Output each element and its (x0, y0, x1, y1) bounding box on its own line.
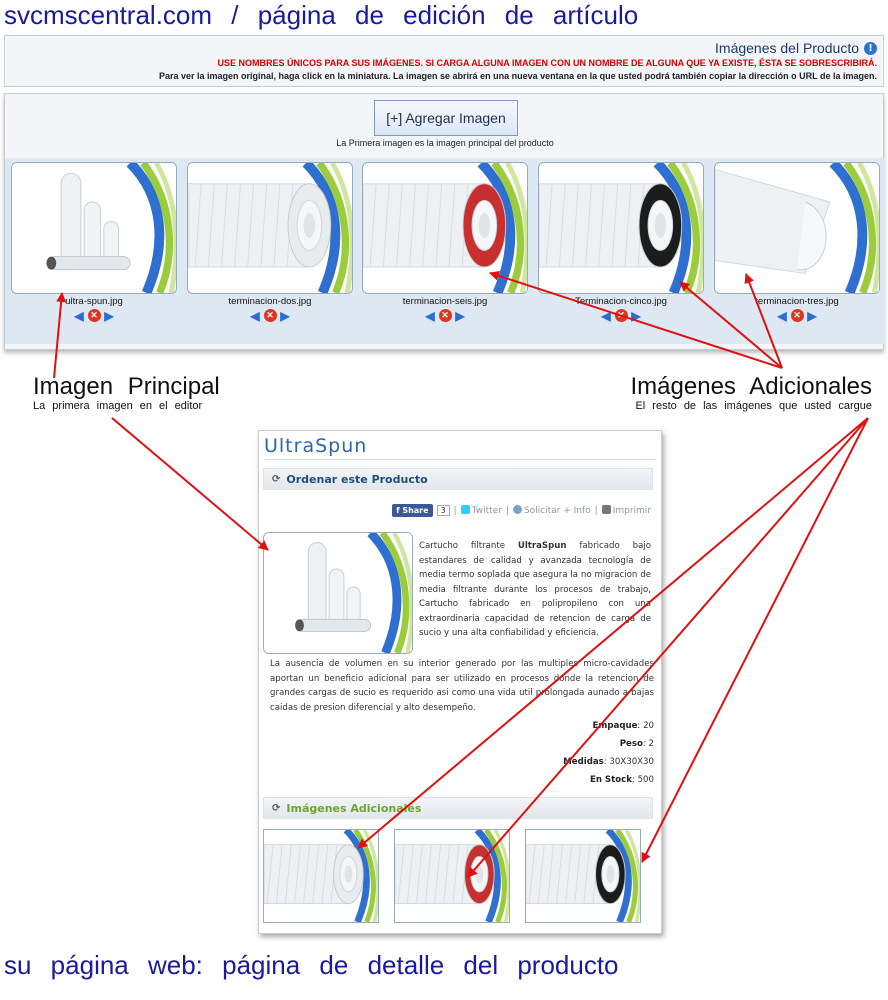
move-left-icon[interactable]: ◀ (424, 309, 437, 322)
description-intro: Cartucho filtrante (419, 541, 518, 551)
product-title: UltraSpun (264, 435, 368, 457)
primary-image-hint: La Primera imagen es la imagen principal… (336, 138, 554, 148)
image-thumbnail[interactable] (187, 162, 353, 294)
delete-icon[interactable]: ✕ (790, 309, 804, 322)
order-product-section[interactable]: ⟳ Ordenar este Producto (263, 468, 653, 490)
move-left-icon[interactable]: ◀ (776, 309, 789, 322)
additional-image-thumbnail[interactable] (394, 829, 510, 923)
spec-label: En Stock (589, 775, 632, 785)
product-detail-page: UltraSpun ⟳ Ordenar este Producto f Shar… (258, 430, 662, 934)
request-info-link[interactable]: Solicitar + Info (512, 505, 591, 516)
thumbnail-controls: ◀ ✕ ▶ (538, 309, 704, 322)
spec-value: 500 (637, 775, 654, 785)
image-editor: [+] Agregar Imagen La Primera imagen es … (4, 93, 885, 350)
info-icon[interactable]: ! (864, 41, 877, 55)
facebook-share-label: Share (402, 506, 429, 515)
refresh-icon: ⟳ (272, 473, 281, 485)
thumbnail-filename: terminacion-seis.jpg (402, 296, 488, 307)
thumbnail-controls: ◀ ✕ ▶ (714, 309, 880, 322)
principal-image-sub: La primera imagen en el editor (33, 400, 203, 412)
image-thumbnail[interactable] (714, 162, 880, 294)
thumbnail-controls: ◀ ✕ ▶ (11, 309, 177, 322)
additional-image-thumbnail[interactable] (525, 829, 641, 923)
additional-images-section-label: Imágenes Adicionales (286, 801, 422, 815)
delete-icon[interactable]: ✕ (614, 309, 628, 322)
thumbnail-image[interactable] (187, 162, 353, 294)
spec-value: 20 (643, 721, 654, 731)
additional-image-thumbnail[interactable] (263, 829, 379, 923)
share-toolbar: f Share 3 | Twitter | Solicitar + Info |… (392, 504, 651, 517)
product-description: Cartucho filtrante UltraSpun fabricado b… (419, 539, 651, 641)
thumbnail-image[interactable] (11, 162, 177, 294)
info-heading-label: Imágenes del Producto (715, 40, 859, 56)
product-description-extra: La ausencia de volumen en su interior ge… (270, 659, 654, 713)
unique-names-warning: USE NOMBRES ÚNICOS PARA SUS IMÁGENES. SI… (217, 58, 877, 68)
twitter-link[interactable]: Twitter (460, 505, 502, 516)
separator: | (594, 505, 598, 516)
spec-label: Peso (619, 739, 643, 749)
bottom-title: su página web: página de detalle del pro… (4, 950, 619, 980)
thumbnail-filename: terminacion-tres.jpg (755, 296, 839, 307)
twitter-label: Twitter (471, 506, 502, 516)
move-left-icon[interactable]: ◀ (600, 309, 613, 322)
order-section-label: Ordenar este Producto (286, 472, 428, 486)
print-link[interactable]: Imprimir (601, 505, 651, 516)
image-thumbnail[interactable] (362, 162, 528, 294)
spec-row: En Stock: 500 (590, 775, 654, 785)
move-right-icon[interactable]: ▶ (279, 309, 292, 322)
image-thumbnail-strip: ultra-spun.jpg ◀ ✕ ▶ terminacion-dos.jpg ◀ ✕ ▶ t… (5, 158, 885, 344)
printer-icon (601, 505, 611, 514)
move-right-icon[interactable]: ▶ (806, 309, 819, 322)
share-count: 3 (436, 505, 450, 516)
spec-label: Empaque (592, 721, 638, 731)
additional-images-section[interactable]: ⟳ Imágenes Adicionales (263, 797, 653, 819)
move-left-icon[interactable]: ◀ (249, 309, 262, 322)
move-right-icon[interactable]: ▶ (103, 309, 116, 322)
thumbnail-image[interactable] (714, 162, 880, 294)
thumbnail-controls: ◀ ✕ ▶ (187, 309, 353, 322)
thumbnail-filename: terminacion-dos.jpg (228, 296, 312, 307)
add-image-button[interactable]: [+] Agregar Imagen (374, 100, 518, 136)
spec-value: 30X30X30 (609, 757, 654, 767)
thumbnail-filename: Terminacion-cinco.jpg (575, 296, 667, 307)
move-left-icon[interactable]: ◀ (73, 309, 86, 322)
thumbnail-image[interactable] (538, 162, 704, 294)
thumbnail-controls: ◀ ✕ ▶ (362, 309, 528, 322)
image-thumbnail[interactable] (11, 162, 177, 294)
request-info-label: Solicitar + Info (523, 506, 591, 516)
separator: | (505, 505, 509, 516)
spec-row: Peso: 2 (620, 739, 654, 749)
page-title: svcmscentral.com / página de edición de … (4, 0, 639, 30)
delete-icon[interactable]: ✕ (438, 309, 452, 322)
arrow-to-main-image (111, 417, 269, 551)
spec-label: Medidas (563, 757, 604, 767)
title-divider (264, 459, 656, 460)
info-circle-icon (512, 505, 522, 514)
separator: | (453, 505, 457, 516)
thumbnail-help-text: Para ver la imagen original, haga click … (158, 71, 877, 81)
spec-row: Medidas: 30X30X30 (563, 757, 654, 767)
product-name-bold: UltraSpun (517, 541, 567, 551)
principal-image-label: Imagen Principal (33, 373, 220, 400)
arrow-to-additional-3 (641, 417, 869, 863)
product-images-info-panel: Imágenes del Producto ! USE NOMBRES ÚNIC… (4, 35, 884, 87)
image-thumbnail[interactable] (538, 162, 704, 294)
spec-row: Empaque: 20 (593, 721, 654, 731)
info-heading: Imágenes del Producto ! (715, 40, 877, 56)
refresh-icon: ⟳ (272, 802, 281, 814)
spec-value: 2 (648, 739, 654, 749)
facebook-share-button[interactable]: f Share (392, 504, 433, 517)
twitter-icon (460, 505, 470, 514)
move-right-icon[interactable]: ▶ (454, 309, 467, 322)
additional-images-sub: El resto de las imágenes que usted cargu… (635, 400, 872, 412)
delete-icon[interactable]: ✕ (263, 309, 277, 322)
additional-images-label: Imágenes Adicionales (630, 373, 872, 400)
move-right-icon[interactable]: ▶ (630, 309, 643, 322)
thumbnail-image[interactable] (362, 162, 528, 294)
thumbnail-filename: ultra-spun.jpg (65, 296, 123, 307)
delete-icon[interactable]: ✕ (87, 309, 101, 322)
main-product-image[interactable] (263, 532, 413, 654)
description-body: fabricado bajo estandares de calidad y a… (419, 541, 651, 638)
print-label: Imprimir (612, 506, 651, 516)
